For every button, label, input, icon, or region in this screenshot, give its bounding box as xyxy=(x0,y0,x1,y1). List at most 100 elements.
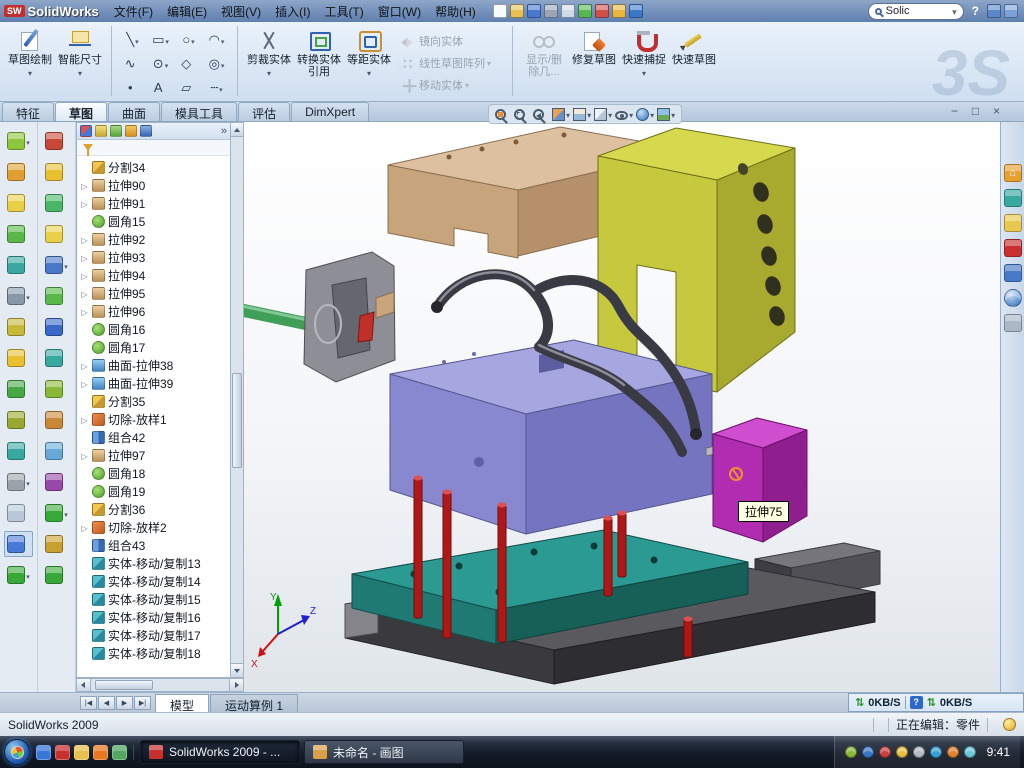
tray-icon[interactable] xyxy=(913,746,925,758)
expand-arrow-icon[interactable] xyxy=(80,250,89,264)
status-yellow-icon[interactable] xyxy=(1003,718,1016,731)
hud-button[interactable] xyxy=(636,107,654,121)
menu-item[interactable]: 工具(T) xyxy=(317,1,370,22)
sprue-bushing-part[interactable] xyxy=(244,252,395,382)
feature-tree-item[interactable]: 拉伸93 xyxy=(77,248,230,266)
ribbon-button[interactable]: 剪裁实体 xyxy=(245,26,293,98)
feature-tree-item[interactable]: 圆角18 xyxy=(77,464,230,482)
expand-arrow-icon[interactable] xyxy=(80,358,89,372)
titlebar-tool-icon[interactable] xyxy=(561,4,575,18)
feature-tree-item[interactable]: 拉伸97 xyxy=(77,446,230,464)
clock[interactable]: 9:41 xyxy=(987,745,1010,759)
sketch-tool-button[interactable]: ┄ xyxy=(203,76,230,99)
left-toolbar-button[interactable] xyxy=(4,376,33,402)
sketch-tool-button[interactable]: ◇ xyxy=(175,52,202,75)
feature-tree-item[interactable]: 分割36 xyxy=(77,500,230,518)
left-toolbar-button[interactable] xyxy=(42,500,71,526)
left-toolbar-button[interactable] xyxy=(42,438,71,464)
meter-help-icon[interactable]: ? xyxy=(910,696,923,709)
ribbon-button[interactable]: 线性草图阵列 xyxy=(397,52,505,73)
tree-filter-bar[interactable] xyxy=(77,140,230,156)
3d-model-view[interactable]: Y Z X xyxy=(244,122,1000,692)
hud-button[interactable] xyxy=(495,107,511,121)
hud-button[interactable] xyxy=(533,107,549,121)
titlebar-tool-icon[interactable] xyxy=(544,4,558,18)
magenta-slide-block[interactable] xyxy=(713,418,807,542)
dropdown-arrow-icon[interactable] xyxy=(629,107,633,121)
left-toolbar-button[interactable] xyxy=(4,221,33,247)
left-toolbar-button[interactable] xyxy=(42,314,71,340)
feature-tree-item[interactable]: 拉伸90 xyxy=(77,176,230,194)
tray-icon[interactable] xyxy=(947,746,959,758)
titlebar-tool-icon[interactable] xyxy=(1004,4,1018,18)
feature-tree-item[interactable]: 分割34 xyxy=(77,158,230,176)
left-toolbar-button[interactable] xyxy=(4,469,33,495)
titlebar-tool-icon[interactable] xyxy=(987,4,1001,18)
tray-icon[interactable] xyxy=(896,746,908,758)
left-toolbar-button[interactable] xyxy=(4,500,33,526)
hud-button[interactable] xyxy=(573,107,591,121)
titlebar-tool-icon[interactable] xyxy=(612,4,626,18)
active-sketch-icon[interactable] xyxy=(80,125,92,137)
model-tab[interactable]: 运动算例 1 xyxy=(210,694,298,712)
menu-item[interactable]: 插入(I) xyxy=(268,1,317,22)
tree-vertical-scrollbar[interactable] xyxy=(230,122,244,678)
left-toolbar-button[interactable] xyxy=(42,190,71,216)
sketch-tool-button[interactable]: • xyxy=(119,76,146,99)
expand-arrow-icon[interactable] xyxy=(80,232,89,246)
ribbon-button[interactable]: 移动实体 xyxy=(397,74,505,95)
expand-arrow-icon[interactable] xyxy=(80,178,89,192)
chevron-icon[interactable]: » xyxy=(221,125,227,137)
hud-button[interactable] xyxy=(594,107,612,121)
search-dropdown-icon[interactable] xyxy=(952,4,957,18)
left-toolbar-button[interactable] xyxy=(4,407,33,433)
taskpane-icon[interactable] xyxy=(1004,289,1022,307)
left-toolbar-button[interactable] xyxy=(4,283,33,309)
titlebar-tool-icon[interactable] xyxy=(510,4,524,18)
feature-tree-item[interactable]: 实体-移动/复制15 xyxy=(77,590,230,608)
feature-tree-item[interactable]: 组合43 xyxy=(77,536,230,554)
menu-item[interactable]: 窗口(W) xyxy=(371,1,428,22)
taskbar-task-button[interactable]: 未命名 - 画图 xyxy=(304,740,464,764)
dropdown-arrow-icon[interactable] xyxy=(221,33,225,47)
left-toolbar-button[interactable] xyxy=(42,283,71,309)
quicklaunch-icon[interactable] xyxy=(55,745,70,760)
feature-tree-item[interactable]: 圆角19 xyxy=(77,482,230,500)
scroll-right-icon[interactable] xyxy=(229,679,243,691)
taskbar-task-button[interactable]: SolidWorks 2009 - ... xyxy=(140,740,300,764)
ribbon-button[interactable]: 等距实体 xyxy=(345,26,393,98)
titlebar-tool-icon[interactable] xyxy=(527,4,541,18)
taskpane-icon[interactable] xyxy=(1004,164,1022,182)
flyout-arrow-icon[interactable] xyxy=(26,568,30,582)
feature-tree-item[interactable]: 拉伸91 xyxy=(77,194,230,212)
taskpane-icon[interactable] xyxy=(1004,189,1022,207)
left-toolbar-button[interactable] xyxy=(4,128,33,154)
featuremanager-tab-icon[interactable] xyxy=(95,125,107,137)
scroll-up-icon[interactable] xyxy=(231,123,243,137)
left-toolbar-button[interactable] xyxy=(42,407,71,433)
dropdown-arrow-icon[interactable] xyxy=(566,107,570,121)
scrollbar-thumb[interactable] xyxy=(95,680,153,690)
sketch-tool-button[interactable]: ╲ xyxy=(119,28,146,51)
expand-arrow-icon[interactable] xyxy=(80,268,89,282)
left-toolbar-button[interactable] xyxy=(4,562,33,588)
left-toolbar-button[interactable] xyxy=(4,531,33,557)
commandmanager-tab[interactable]: 特征 xyxy=(2,102,54,121)
left-toolbar-button[interactable] xyxy=(4,252,33,278)
window-control-button[interactable]: □ xyxy=(967,104,984,120)
model-tab[interactable]: 模型 xyxy=(155,694,209,712)
quicklaunch-icon[interactable] xyxy=(74,745,89,760)
titlebar-tool-icon[interactable] xyxy=(493,4,507,18)
flyout-arrow-icon[interactable] xyxy=(64,506,68,520)
left-toolbar-button[interactable] xyxy=(42,562,71,588)
left-toolbar-button[interactable] xyxy=(4,190,33,216)
dropdown-arrow-icon[interactable] xyxy=(642,67,646,79)
hud-button[interactable] xyxy=(657,107,675,121)
yellow-bracket[interactable] xyxy=(598,128,795,392)
dropdown-arrow-icon[interactable] xyxy=(367,67,371,79)
expand-arrow-icon[interactable] xyxy=(80,412,89,426)
sketch-tool-button[interactable]: ◎ xyxy=(203,52,230,75)
feature-tree-item[interactable]: 分割35 xyxy=(77,392,230,410)
titlebar-tool-icon[interactable] xyxy=(629,4,643,18)
left-toolbar-button[interactable] xyxy=(4,159,33,185)
